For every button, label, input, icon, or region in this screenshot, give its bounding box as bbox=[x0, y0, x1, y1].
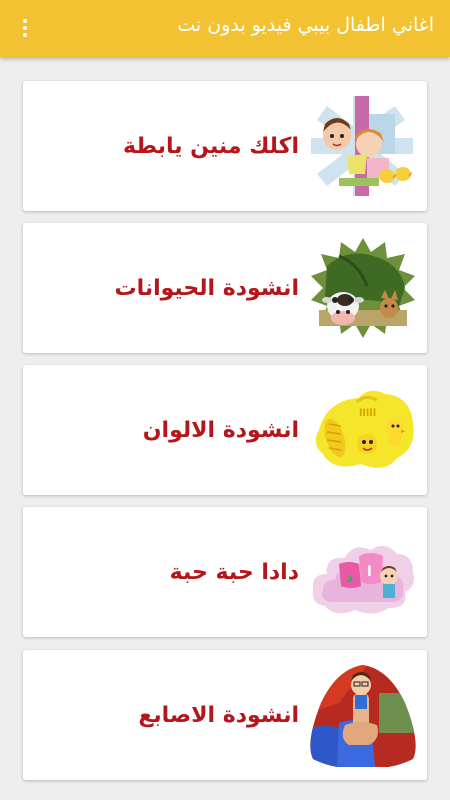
song-title: اكلك منين يابطة bbox=[122, 133, 299, 159]
overflow-menu-icon[interactable] bbox=[12, 14, 38, 42]
song-title: انشودة الحيوانات bbox=[114, 275, 299, 301]
song-card-1[interactable]: اكلك منين يابطة bbox=[23, 81, 427, 211]
song-title: دادا حبة حبة bbox=[169, 559, 299, 585]
song-card-3[interactable]: انشودة الالوان ااااا bbox=[23, 365, 427, 495]
song-title: انشودة الالوان bbox=[142, 417, 299, 443]
finger-puppet-thumbnail-icon bbox=[309, 663, 417, 767]
svg-text:ا: ا bbox=[367, 564, 372, 580]
cow-animals-thumbnail-icon bbox=[309, 236, 417, 340]
song-card-5[interactable]: انشودة الاصابع bbox=[23, 650, 427, 780]
app-title: اغاني اطفال بيبي فيديو بدون نت bbox=[177, 14, 434, 36]
yellow-color-thumbnail-icon: ااااا bbox=[309, 378, 417, 482]
song-card-2[interactable]: انشودة الحيوانات bbox=[23, 223, 427, 353]
dada-cloud-thumbnail-icon: د ا bbox=[309, 520, 417, 624]
song-title: انشودة الاصابع bbox=[138, 702, 299, 728]
song-card-4[interactable]: دادا حبة حبة د ا bbox=[23, 507, 427, 637]
song-list[interactable]: اكلك منين يابطة انشودة الحيوانات انشودة … bbox=[0, 57, 450, 800]
kids-duck-thumbnail-icon bbox=[309, 94, 417, 198]
svg-text:د: د bbox=[346, 570, 353, 586]
app-bar: اغاني اطفال بيبي فيديو بدون نت bbox=[0, 0, 450, 57]
svg-text:ااااا: ااااا bbox=[359, 408, 376, 419]
